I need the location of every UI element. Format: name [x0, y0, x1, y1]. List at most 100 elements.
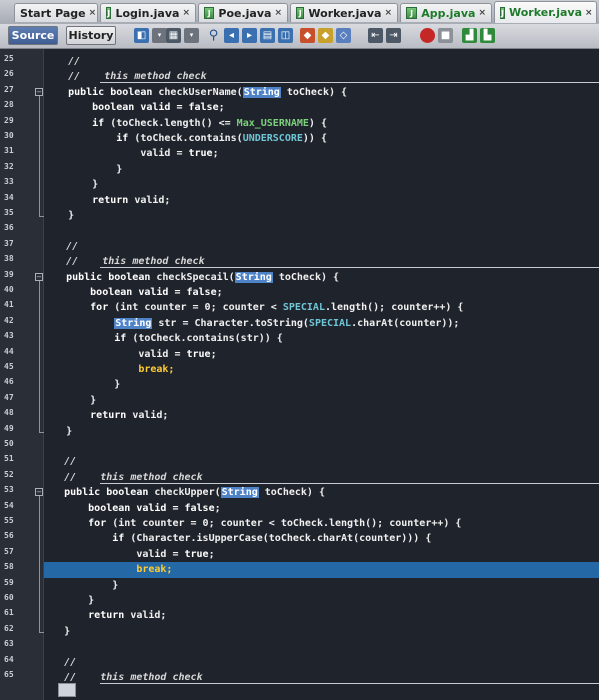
code-line[interactable]: if (toCheck.contains(str)) { [44, 331, 283, 346]
code-line[interactable]: // [44, 239, 78, 254]
code-line[interactable]: valid = true; [44, 347, 216, 362]
tab-worker-java-active[interactable]: J Worker.java × [494, 1, 597, 23]
code-area[interactable]: // // this method check public boolean c… [44, 49, 599, 700]
uncomment-icon[interactable]: ▙ [480, 28, 495, 43]
history-button[interactable]: History [66, 26, 116, 45]
fold-toggle-icon[interactable]: − [35, 87, 43, 96]
tab-login-java[interactable]: J Login.java × [100, 3, 196, 22]
code-line[interactable]: for (int counter = 0; counter < toCheck.… [44, 516, 461, 531]
code-token: // [44, 71, 105, 83]
code-line[interactable]: public boolean checkUpper(String toCheck… [44, 485, 325, 500]
code-line[interactable]: for (int counter = 0; counter < SPECIAL.… [44, 300, 463, 315]
code-line[interactable]: public boolean checkUserName(String toCh… [44, 85, 347, 100]
code-line[interactable]: if (Character.isUpperCase(toCheck.charAt… [44, 531, 431, 546]
close-icon[interactable]: × [274, 8, 282, 18]
code-line[interactable]: } [44, 624, 70, 639]
last-edit-icon[interactable]: ◧ [134, 28, 149, 43]
code-line[interactable]: if (toCheck.contains(UNDERSCORE)) { [44, 131, 327, 146]
toggle-highlight-icon[interactable]: ▤ [260, 28, 275, 43]
code-token: // [44, 256, 103, 268]
code-line[interactable]: public boolean checkSpecail(String toChe… [44, 270, 339, 285]
code-token: for [44, 302, 115, 314]
find-next-icon[interactable]: ▸ [242, 28, 257, 43]
forward-icon[interactable]: ▦ [166, 28, 181, 43]
code-line[interactable]: valid = true; [44, 146, 218, 161]
close-icon[interactable]: × [89, 8, 97, 18]
code-line[interactable]: } [44, 377, 120, 392]
comment-icon[interactable]: ▟ [462, 28, 477, 43]
code-line[interactable]: } [44, 424, 72, 439]
fold-toggle-icon[interactable]: − [35, 488, 43, 497]
code-token: this method check [102, 256, 205, 268]
dropdown-icon[interactable]: ▾ [184, 28, 199, 43]
code-line[interactable]: return valid; [44, 608, 166, 623]
code-line[interactable]: } [44, 162, 122, 177]
code-line[interactable]: // [44, 54, 80, 69]
code-token: break; [44, 564, 173, 576]
tab-worker-java[interactable]: J Worker.java × [290, 3, 398, 22]
code-editor[interactable]: 25 26 27 28 29 30 31 32 33 34 35 36 37 38 39 40 41 42 43 44… [0, 49, 599, 700]
code-line[interactable]: } [44, 177, 98, 192]
close-icon[interactable]: × [478, 8, 486, 18]
line-number: 41 [4, 300, 14, 310]
code-token: return [44, 610, 131, 622]
code-token: str = Character.toString( [152, 317, 309, 329]
code-token: } [44, 179, 99, 191]
code-token: (Character.isUpperCase(toCheck.charAt(co… [130, 533, 432, 545]
code-line[interactable]: // this method check [44, 69, 207, 84]
toggle-selection-icon[interactable]: ◫ [278, 28, 293, 43]
find-previous-icon[interactable]: ◂ [224, 28, 239, 43]
code-line[interactable]: return valid; [44, 408, 168, 423]
code-token: this method check [104, 71, 207, 83]
java-file-icon: J [500, 6, 505, 19]
code-line[interactable]: break; [44, 562, 172, 577]
line-number: 57 [4, 546, 14, 556]
code-line[interactable]: } [44, 578, 118, 593]
code-token: true [184, 548, 209, 560]
code-line[interactable]: boolean valid = false; [44, 285, 222, 300]
next-bookmark-icon[interactable]: ◆ [318, 28, 333, 43]
stop-macro-icon[interactable]: ■ [438, 28, 453, 43]
code-token: } [44, 394, 97, 406]
source-button[interactable]: Source [8, 26, 58, 45]
code-line[interactable]: } [44, 208, 74, 223]
start-macro-icon[interactable] [420, 28, 435, 43]
code-line[interactable]: return valid; [44, 193, 170, 208]
code-line[interactable]: break; [44, 362, 174, 377]
line-number: 55 [4, 516, 14, 525]
dropdown-icon[interactable]: ▾ [152, 28, 167, 43]
code-line[interactable]: } [44, 593, 94, 608]
toggle-bookmark-icon[interactable]: ◇ [336, 28, 351, 43]
code-line[interactable]: boolean valid = false; [44, 501, 220, 516]
code-line[interactable]: boolean valid = false; [44, 100, 224, 115]
close-icon[interactable]: × [585, 8, 593, 18]
tab-poe-java[interactable]: J Poe.java × [198, 3, 288, 22]
code-line[interactable]: if (toCheck.length() <= Max_USERNAME) { [44, 116, 327, 131]
tab-start-page[interactable]: Start Page × [14, 3, 98, 22]
code-token: for [44, 518, 113, 529]
code-token: (toCheck.contains(str)) { [132, 333, 283, 345]
fold-toggle-icon[interactable]: − [35, 272, 43, 281]
code-line[interactable]: // [44, 454, 76, 469]
code-line[interactable]: // this method check [44, 254, 205, 269]
code-token: if [44, 117, 111, 129]
previous-bookmark-icon[interactable]: ◆ [300, 28, 315, 43]
code-token: String [234, 271, 273, 283]
line-number: 42 [4, 315, 14, 325]
close-icon[interactable]: × [384, 8, 392, 18]
editor-toolbar: Source History ◧ ▾ ▦ ▾ ⚲ ◂ ▸ ▤ ◫ ◆ ◆ ◇ ⇤… [0, 24, 599, 49]
line-number: 51 [4, 454, 14, 464]
code-line[interactable]: valid = true; [44, 547, 214, 562]
shift-left-icon[interactable]: ⇤ [368, 28, 383, 43]
close-icon[interactable]: × [182, 8, 190, 18]
code-token: } [44, 210, 75, 221]
tab-app-java[interactable]: J App.java × [400, 3, 492, 22]
search-icon[interactable]: ⚲ [206, 28, 221, 43]
code-line[interactable]: } [44, 393, 96, 408]
code-line[interactable]: // [44, 655, 76, 670]
code-line[interactable]: String str = Character.toString(SPECIAL.… [44, 316, 459, 331]
code-token: checkSpecail( [156, 271, 235, 283]
horizontal-scrollbar[interactable] [58, 683, 76, 697]
shift-right-icon[interactable]: ⇥ [386, 28, 401, 43]
code-line[interactable]: // this method check [44, 470, 203, 485]
